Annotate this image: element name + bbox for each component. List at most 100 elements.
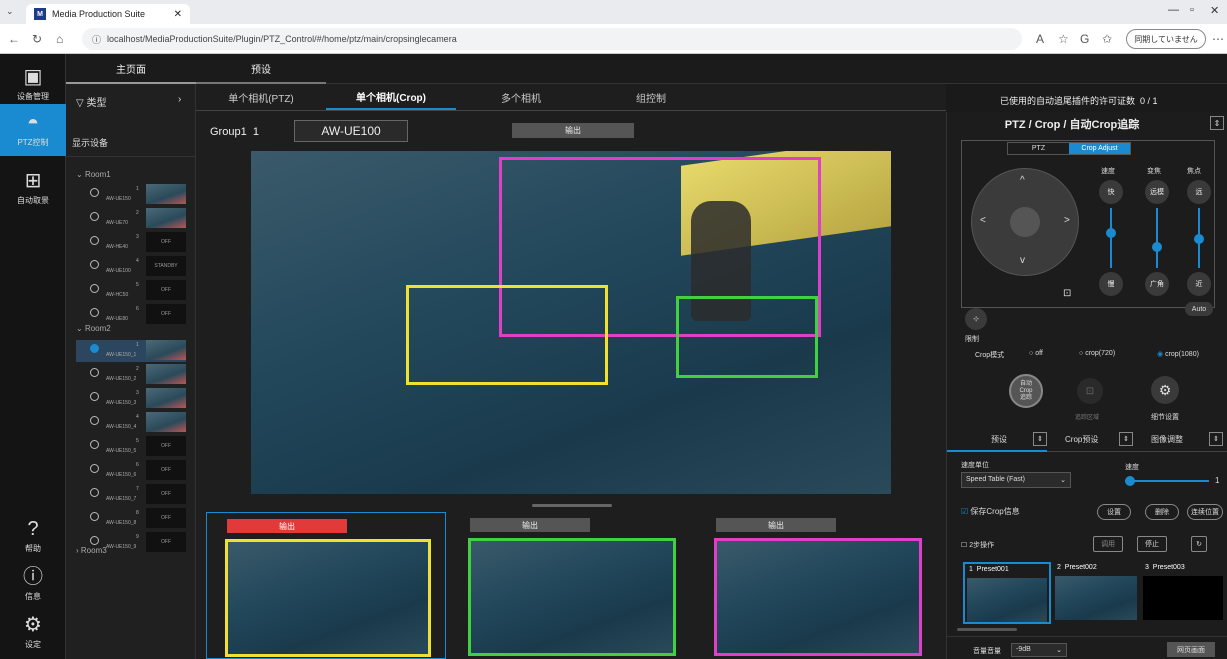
refresh-presets-icon[interactable]: ↻ xyxy=(1191,536,1207,552)
speed-slow-button[interactable]: 慢 xyxy=(1099,272,1123,296)
camera-radio[interactable] xyxy=(90,392,99,401)
back-icon[interactable]: ← xyxy=(8,32,20,46)
continuous-position-button[interactable]: 连续位置 xyxy=(1187,504,1223,520)
focus-far-button[interactable]: 远 xyxy=(1187,180,1211,204)
auto-crop-tracking-button[interactable]: 自动 Crop 追踪 xyxy=(1009,374,1043,408)
camera-list-item[interactable]: 6 AW-UE150_6 OFF xyxy=(76,460,186,482)
crop-preview-1[interactable]: 输出 xyxy=(206,512,446,659)
tab-crop-preset[interactable]: Crop预设 xyxy=(1065,434,1098,445)
save-crop-checkbox[interactable]: ☑ 保存Crop信息 xyxy=(961,506,1020,517)
detail-settings-gear-icon[interactable]: ⚙ xyxy=(1151,376,1179,404)
refresh-icon[interactable]: ↻ xyxy=(32,32,42,46)
joystick-center[interactable] xyxy=(1010,207,1040,237)
tracking-area-icon[interactable]: ⊡ xyxy=(1077,378,1103,404)
arrow-right-icon[interactable]: > xyxy=(1064,215,1070,226)
favorite-icon[interactable]: ☆ xyxy=(1058,32,1069,46)
more-icon[interactable]: ⋯ xyxy=(1212,32,1224,46)
tab-single-ptz[interactable]: 单个相机(PTZ) xyxy=(196,84,326,110)
camera-list-item[interactable]: 4 AW-UE100 STANDBY xyxy=(76,256,186,278)
sync-status-button[interactable]: 同期していません xyxy=(1126,29,1206,49)
browser-tab[interactable]: M Media Production Suite ✕ xyxy=(26,4,190,24)
pan-tilt-joystick[interactable]: ^ v < > xyxy=(971,168,1079,276)
camera-list-item[interactable]: 5 AW-HC50 OFF xyxy=(76,280,186,302)
stop-button[interactable]: 停止 xyxy=(1137,536,1167,552)
room1-header[interactable]: ⌄ Room1 xyxy=(76,170,111,179)
camera-radio[interactable] xyxy=(90,536,99,545)
arrow-left-icon[interactable]: < xyxy=(980,215,986,226)
camera-radio[interactable] xyxy=(90,440,99,449)
camera-list-item[interactable]: 7 AW-UE150_7 OFF xyxy=(76,484,186,506)
volume-select[interactable]: -9dB ⌄ xyxy=(1011,643,1067,657)
close-tab-icon[interactable]: ✕ xyxy=(174,9,182,20)
output-button[interactable]: 输出 xyxy=(512,123,634,138)
crop-preview-3[interactable]: 输出 xyxy=(700,512,940,659)
crop-preset-select-icon[interactable]: ⇕ xyxy=(1119,432,1133,446)
slider-thumb[interactable] xyxy=(1106,228,1116,238)
camera-radio[interactable] xyxy=(90,416,99,425)
camera-list-item[interactable]: 3 AW-UE150_3 xyxy=(76,388,186,410)
tab-crop-adjust[interactable]: Crop Adjust xyxy=(1069,143,1130,154)
slider-thumb[interactable] xyxy=(1152,242,1162,252)
camera-list-item[interactable]: 2 AW-UE150_2 xyxy=(76,364,186,386)
camera-list-item[interactable]: 1 AW-UE150_1 xyxy=(76,340,186,362)
rail-item-settings[interactable]: ⚙ 设定 xyxy=(0,608,66,656)
slider-thumb[interactable] xyxy=(1125,476,1135,486)
preset-thumb-1[interactable]: 1 Preset001 xyxy=(963,562,1051,624)
arrow-down-icon[interactable]: v xyxy=(1020,255,1025,266)
camera-radio[interactable] xyxy=(90,260,99,269)
rail-item-info[interactable]: ⓘ 信息 xyxy=(0,560,66,608)
lock-icon[interactable]: ⊡ xyxy=(1063,288,1071,299)
preset-set-button[interactable]: 设置 xyxy=(1097,504,1131,520)
camera-list-item[interactable]: 1 AW-UE150 xyxy=(76,184,186,206)
camera-list-item[interactable]: 6 AW-UE80 OFF xyxy=(76,304,186,326)
speed-fast-button[interactable]: 快 xyxy=(1099,180,1123,204)
zoom-tele-button[interactable]: 远模 xyxy=(1145,180,1169,204)
preset-speed-slider[interactable] xyxy=(1125,476,1209,486)
arrow-up-icon[interactable]: ^ xyxy=(1020,175,1025,186)
slider-thumb[interactable] xyxy=(1194,234,1204,244)
camera-radio[interactable] xyxy=(90,344,99,353)
limit-icon[interactable]: ⊹ xyxy=(965,308,987,330)
tab-preset[interactable]: 预设 xyxy=(196,54,326,84)
minimize-icon[interactable]: — xyxy=(1168,4,1179,16)
zoom-slider[interactable] xyxy=(1152,208,1162,268)
tab-list-icon[interactable]: ⌄ xyxy=(6,6,14,17)
camera-radio[interactable] xyxy=(90,188,99,197)
crop-mode-1080[interactable]: ◉ crop(1080) xyxy=(1157,350,1199,358)
crop-mode-off[interactable]: ○ off xyxy=(1029,350,1043,357)
camera-radio[interactable] xyxy=(90,464,99,473)
camera-list-item[interactable]: 8 AW-UE150_8 OFF xyxy=(76,508,186,530)
zoom-wide-button[interactable]: 广角 xyxy=(1145,272,1169,296)
camera-radio[interactable] xyxy=(90,512,99,521)
speed-slider[interactable] xyxy=(1106,208,1116,268)
site-info-icon[interactable]: ⓘ xyxy=(92,33,101,46)
camera-radio[interactable] xyxy=(90,284,99,293)
rail-item-ptz[interactable]: ◓ PTZ控制 xyxy=(0,104,66,156)
crop-3-output-button[interactable]: 输出 xyxy=(716,518,836,532)
rail-item-help[interactable]: ? 帮助 xyxy=(0,512,66,560)
preset-scrollbar[interactable] xyxy=(957,628,1017,631)
crop-1-output-button[interactable]: 输出 xyxy=(227,519,347,533)
preset-thumb-3[interactable]: 3 Preset003 xyxy=(1141,562,1225,624)
camera-radio[interactable] xyxy=(90,308,99,317)
tab-multi-camera[interactable]: 多个相机 xyxy=(456,84,586,110)
tab-main[interactable]: 主页面 xyxy=(66,54,196,84)
camera-radio[interactable] xyxy=(90,368,99,377)
speed-table-select[interactable]: Speed Table (Fast) ⌄ xyxy=(961,472,1071,488)
camera-video-view[interactable] xyxy=(251,151,891,494)
tab-single-crop[interactable]: 单个相机(Crop) xyxy=(326,84,456,110)
favorites-icon[interactable]: ✩ xyxy=(1102,32,1112,46)
focus-auto-button[interactable]: Auto xyxy=(1185,302,1213,316)
crop-frame-green[interactable] xyxy=(676,296,818,378)
image-adjust-select-icon[interactable]: ⇕ xyxy=(1209,432,1223,446)
focus-slider[interactable] xyxy=(1194,208,1204,268)
focus-near-button[interactable]: 近 xyxy=(1187,272,1211,296)
multiview-button[interactable]: 网页画面 xyxy=(1167,642,1215,657)
crop-frame-yellow[interactable] xyxy=(406,285,608,385)
restore-icon[interactable]: ▫ xyxy=(1190,4,1194,16)
camera-list-item[interactable]: 9 AW-UE150_9 OFF xyxy=(76,532,186,554)
mode-select-icon[interactable]: ⇕ xyxy=(1210,116,1224,130)
camera-radio[interactable] xyxy=(90,212,99,221)
camera-list-item[interactable]: 3 AW-HE40 OFF xyxy=(76,232,186,254)
filter-row[interactable]: ▽ 类型 xyxy=(76,94,106,109)
